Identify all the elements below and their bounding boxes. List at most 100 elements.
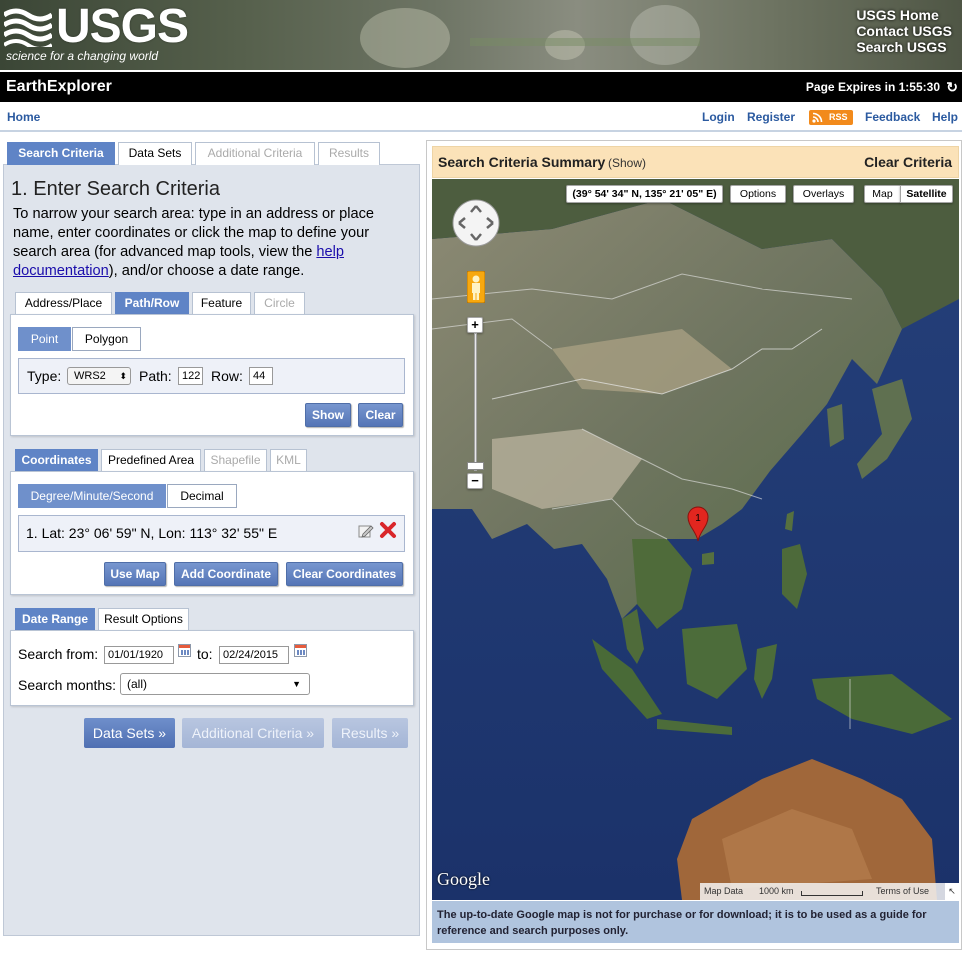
dms-toggle[interactable]: Degree/Minute/Second xyxy=(18,484,166,508)
wrs-type-select[interactable]: WRS2 ⬍ xyxy=(67,367,131,385)
additional-criteria-next-button[interactable]: Additional Criteria » xyxy=(182,718,324,748)
tab-kml[interactable]: KML xyxy=(270,449,307,471)
search-months-value: (all) xyxy=(127,677,147,691)
date-from-input[interactable]: 01/01/1920 xyxy=(104,646,174,664)
usgs-logo-text: USGS xyxy=(56,0,189,53)
nav-bar: Home Login Register RSS Feedback Help xyxy=(0,104,962,132)
results-next-button[interactable]: Results » xyxy=(332,718,408,748)
search-from-label: Search from: xyxy=(18,646,99,662)
page-expires-timer: Page Expires in 1:55:30 xyxy=(805,80,940,94)
contact-usgs-link[interactable]: Contact USGS xyxy=(856,23,952,39)
instructions-text-end: ), and/or choose a date range. xyxy=(108,263,305,279)
path-input[interactable]: 122 xyxy=(178,367,203,385)
search-instructions: To narrow your search area: type in an a… xyxy=(13,205,413,281)
show-path-row-button[interactable]: Show xyxy=(305,403,351,427)
data-sets-next-button[interactable]: Data Sets » xyxy=(84,718,175,748)
tab-path-row[interactable]: Path/Row xyxy=(115,292,189,314)
zoom-slider-track[interactable] xyxy=(474,333,477,471)
date-to-label: to: xyxy=(197,646,213,662)
aerial-photo-detail xyxy=(630,5,700,65)
banner-links: USGS Home Contact USGS Search USGS xyxy=(856,7,952,55)
nav-home-link[interactable]: Home xyxy=(7,110,40,124)
aerial-photo-detail xyxy=(470,38,700,46)
nav-help-link[interactable]: Help xyxy=(932,110,958,124)
dropdown-arrow-icon: ▼ xyxy=(292,679,301,689)
tab-predefined-area[interactable]: Predefined Area xyxy=(101,449,201,471)
map-scale-label: 1000 km xyxy=(759,886,794,896)
calendar-icon[interactable] xyxy=(294,644,307,657)
title-bar: EarthExplorer Page Expires in 1:55:30 ↻ xyxy=(0,70,962,102)
add-coordinate-button[interactable]: Add Coordinate xyxy=(174,562,278,586)
wrs-type-value: WRS2 xyxy=(74,370,106,382)
tab-feature[interactable]: Feature xyxy=(192,292,251,314)
map-type-map-button[interactable]: Map xyxy=(864,185,901,203)
date-to-input[interactable]: 02/24/2015 xyxy=(219,646,289,664)
map-data-link[interactable]: Map Data xyxy=(704,883,743,900)
clear-path-row-button[interactable]: Clear xyxy=(358,403,403,427)
point-toggle[interactable]: Point xyxy=(18,327,71,351)
map-marker-icon[interactable]: 1 xyxy=(687,506,709,542)
map-disclaimer: The up-to-date Google map is not for pur… xyxy=(432,901,959,943)
street-view-pegman-icon[interactable] xyxy=(467,271,485,303)
delete-coordinate-icon[interactable] xyxy=(379,521,397,539)
map-coordinate-readout: (39° 54' 34" N, 135° 21' 05" E) xyxy=(566,185,723,203)
map-overlays-button[interactable]: Overlays xyxy=(793,185,854,203)
search-months-label: Search months: xyxy=(18,677,117,693)
zoom-slider-handle[interactable] xyxy=(467,462,484,470)
usgs-home-link[interactable]: USGS Home xyxy=(856,7,952,23)
rss-label: RSS xyxy=(829,112,848,122)
rss-icon xyxy=(812,112,823,123)
nav-register-link[interactable]: Register xyxy=(747,110,795,124)
map-footer: Map Data 1000 km Terms of Use ↖ xyxy=(700,883,959,900)
map-type-satellite-button[interactable]: Satellite xyxy=(900,185,953,203)
tab-address-place[interactable]: Address/Place xyxy=(15,292,112,314)
summary-title: Search Criteria Summary xyxy=(438,154,606,170)
map-marker-label: 1 xyxy=(695,513,701,524)
clear-coordinates-button[interactable]: Clear Coordinates xyxy=(286,562,403,586)
tab-search-criteria[interactable]: Search Criteria xyxy=(7,142,115,165)
tab-circle[interactable]: Circle xyxy=(254,292,305,314)
usgs-wave-icon xyxy=(4,8,52,47)
usgs-banner: USGS science for a changing world USGS H… xyxy=(0,0,962,70)
terms-of-use-link[interactable]: Terms of Use xyxy=(876,883,929,900)
coordinate-entry[interactable]: 1. Lat: 23° 06' 59" N, Lon: 113° 32' 55"… xyxy=(26,525,277,541)
nav-feedback-link[interactable]: Feedback xyxy=(865,110,920,124)
map-options-button[interactable]: Options xyxy=(730,185,786,203)
edit-coordinate-icon[interactable] xyxy=(358,523,374,539)
clear-criteria-link[interactable]: Clear Criteria xyxy=(864,154,952,170)
tab-data-sets[interactable]: Data Sets xyxy=(118,142,192,165)
calendar-icon[interactable] xyxy=(178,644,191,657)
search-criteria-summary-bar: Search Criteria Summary (Show) Clear Cri… xyxy=(432,146,959,178)
zoom-in-button[interactable]: + xyxy=(467,317,483,333)
select-arrows-icon: ⬍ xyxy=(119,371,127,381)
polygon-toggle[interactable]: Polygon xyxy=(72,327,141,351)
map-pan-control[interactable] xyxy=(451,198,501,248)
decimal-toggle[interactable]: Decimal xyxy=(167,484,237,508)
summary-show-link[interactable]: (Show) xyxy=(608,156,646,170)
row-label: Row: xyxy=(211,368,243,384)
tab-additional-criteria[interactable]: Additional Criteria xyxy=(195,142,315,165)
google-map[interactable]: (39° 54' 34" N, 135° 21' 05" E) Options … xyxy=(432,179,959,900)
nav-login-link[interactable]: Login xyxy=(702,110,735,124)
type-label: Type: xyxy=(27,368,62,384)
usgs-logo[interactable]: USGS science for a changing world xyxy=(4,0,189,65)
path-label: Path: xyxy=(139,368,172,384)
step-title: 1. Enter Search Criteria xyxy=(11,178,220,200)
tab-date-range[interactable]: Date Range xyxy=(15,608,95,630)
search-usgs-link[interactable]: Search USGS xyxy=(856,39,952,55)
search-months-select[interactable]: (all) ▼ xyxy=(120,673,310,695)
aerial-photo-detail xyxy=(360,8,450,68)
refresh-icon[interactable]: ↻ xyxy=(946,79,958,96)
row-input[interactable]: 44 xyxy=(249,367,273,385)
use-map-button[interactable]: Use Map xyxy=(104,562,166,586)
zoom-out-button[interactable]: − xyxy=(467,473,483,489)
map-scale-bar xyxy=(801,891,863,896)
google-logo[interactable]: Google xyxy=(437,869,490,890)
usgs-tagline: science for a changing world xyxy=(6,49,159,63)
tab-shapefile[interactable]: Shapefile xyxy=(204,449,267,471)
tab-coordinates[interactable]: Coordinates xyxy=(15,449,98,471)
tab-results[interactable]: Results xyxy=(318,142,380,165)
tab-result-options[interactable]: Result Options xyxy=(98,608,189,630)
rss-feed-button[interactable]: RSS xyxy=(809,110,853,125)
report-map-error-icon[interactable]: ↖ xyxy=(945,883,959,900)
